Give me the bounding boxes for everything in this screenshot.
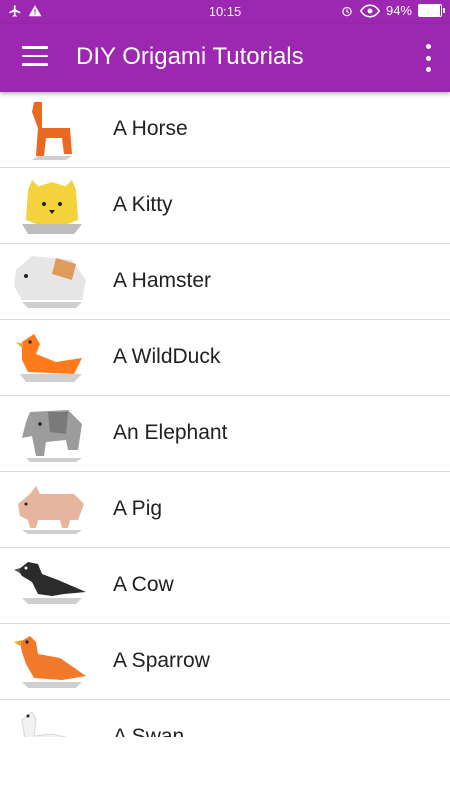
list-item[interactable]: A Sparrow bbox=[0, 624, 450, 700]
status-bar: 10:15 94% bbox=[0, 0, 450, 24]
swan-icon bbox=[21, 711, 68, 737]
horse-icon bbox=[32, 102, 72, 160]
list-item-label: An Elephant bbox=[113, 421, 228, 444]
kitty-icon bbox=[22, 180, 82, 234]
app-bar: DIY Origami Tutorials bbox=[0, 24, 450, 92]
list-item-label: A Pig bbox=[113, 497, 163, 520]
list-item[interactable]: A WildDuck bbox=[0, 320, 450, 396]
list-item-label: A Kitty bbox=[113, 193, 173, 216]
elephant-icon bbox=[22, 410, 82, 462]
status-right-icons: 94% bbox=[340, 3, 445, 18]
list-item-label: A Hamster bbox=[113, 269, 212, 292]
list-item-label: A Swan bbox=[113, 725, 185, 737]
more-vert-icon bbox=[425, 44, 431, 49]
list-item-label: A Horse bbox=[113, 117, 188, 140]
alarm-icon bbox=[342, 6, 352, 16]
list-item[interactable]: A Horse bbox=[0, 92, 450, 168]
overflow-menu-button[interactable] bbox=[420, 44, 436, 72]
list-item[interactable]: A Cow bbox=[0, 548, 450, 624]
list-item-label: A Sparrow bbox=[113, 649, 210, 672]
list-item-label: A WildDuck bbox=[113, 345, 221, 368]
list-item[interactable]: A Pig bbox=[0, 472, 450, 548]
list-item[interactable]: A Hamster bbox=[0, 244, 450, 320]
battery-icon bbox=[418, 4, 445, 17]
list-item[interactable]: An Elephant bbox=[0, 396, 450, 472]
pig-icon bbox=[18, 486, 84, 534]
hamster-icon bbox=[14, 256, 86, 308]
list-item-label: A Cow bbox=[113, 573, 174, 596]
list-item[interactable]: A Swan bbox=[0, 700, 450, 737]
wild-duck-icon bbox=[16, 334, 82, 382]
menu-button[interactable] bbox=[22, 46, 48, 70]
sparrow-icon bbox=[14, 636, 86, 688]
list-item[interactable]: A Kitty bbox=[0, 168, 450, 244]
battery-percent: 94% bbox=[385, 3, 412, 18]
tutorial-list[interactable]: A Horse A Kitty A Hamster A WildDuck An Elep… bbox=[0, 92, 450, 737]
eye-icon bbox=[359, 3, 380, 18]
cow-icon bbox=[14, 562, 86, 604]
hamburger-icon bbox=[22, 46, 48, 49]
page-title: DIY Origami Tutorials bbox=[76, 43, 304, 70]
